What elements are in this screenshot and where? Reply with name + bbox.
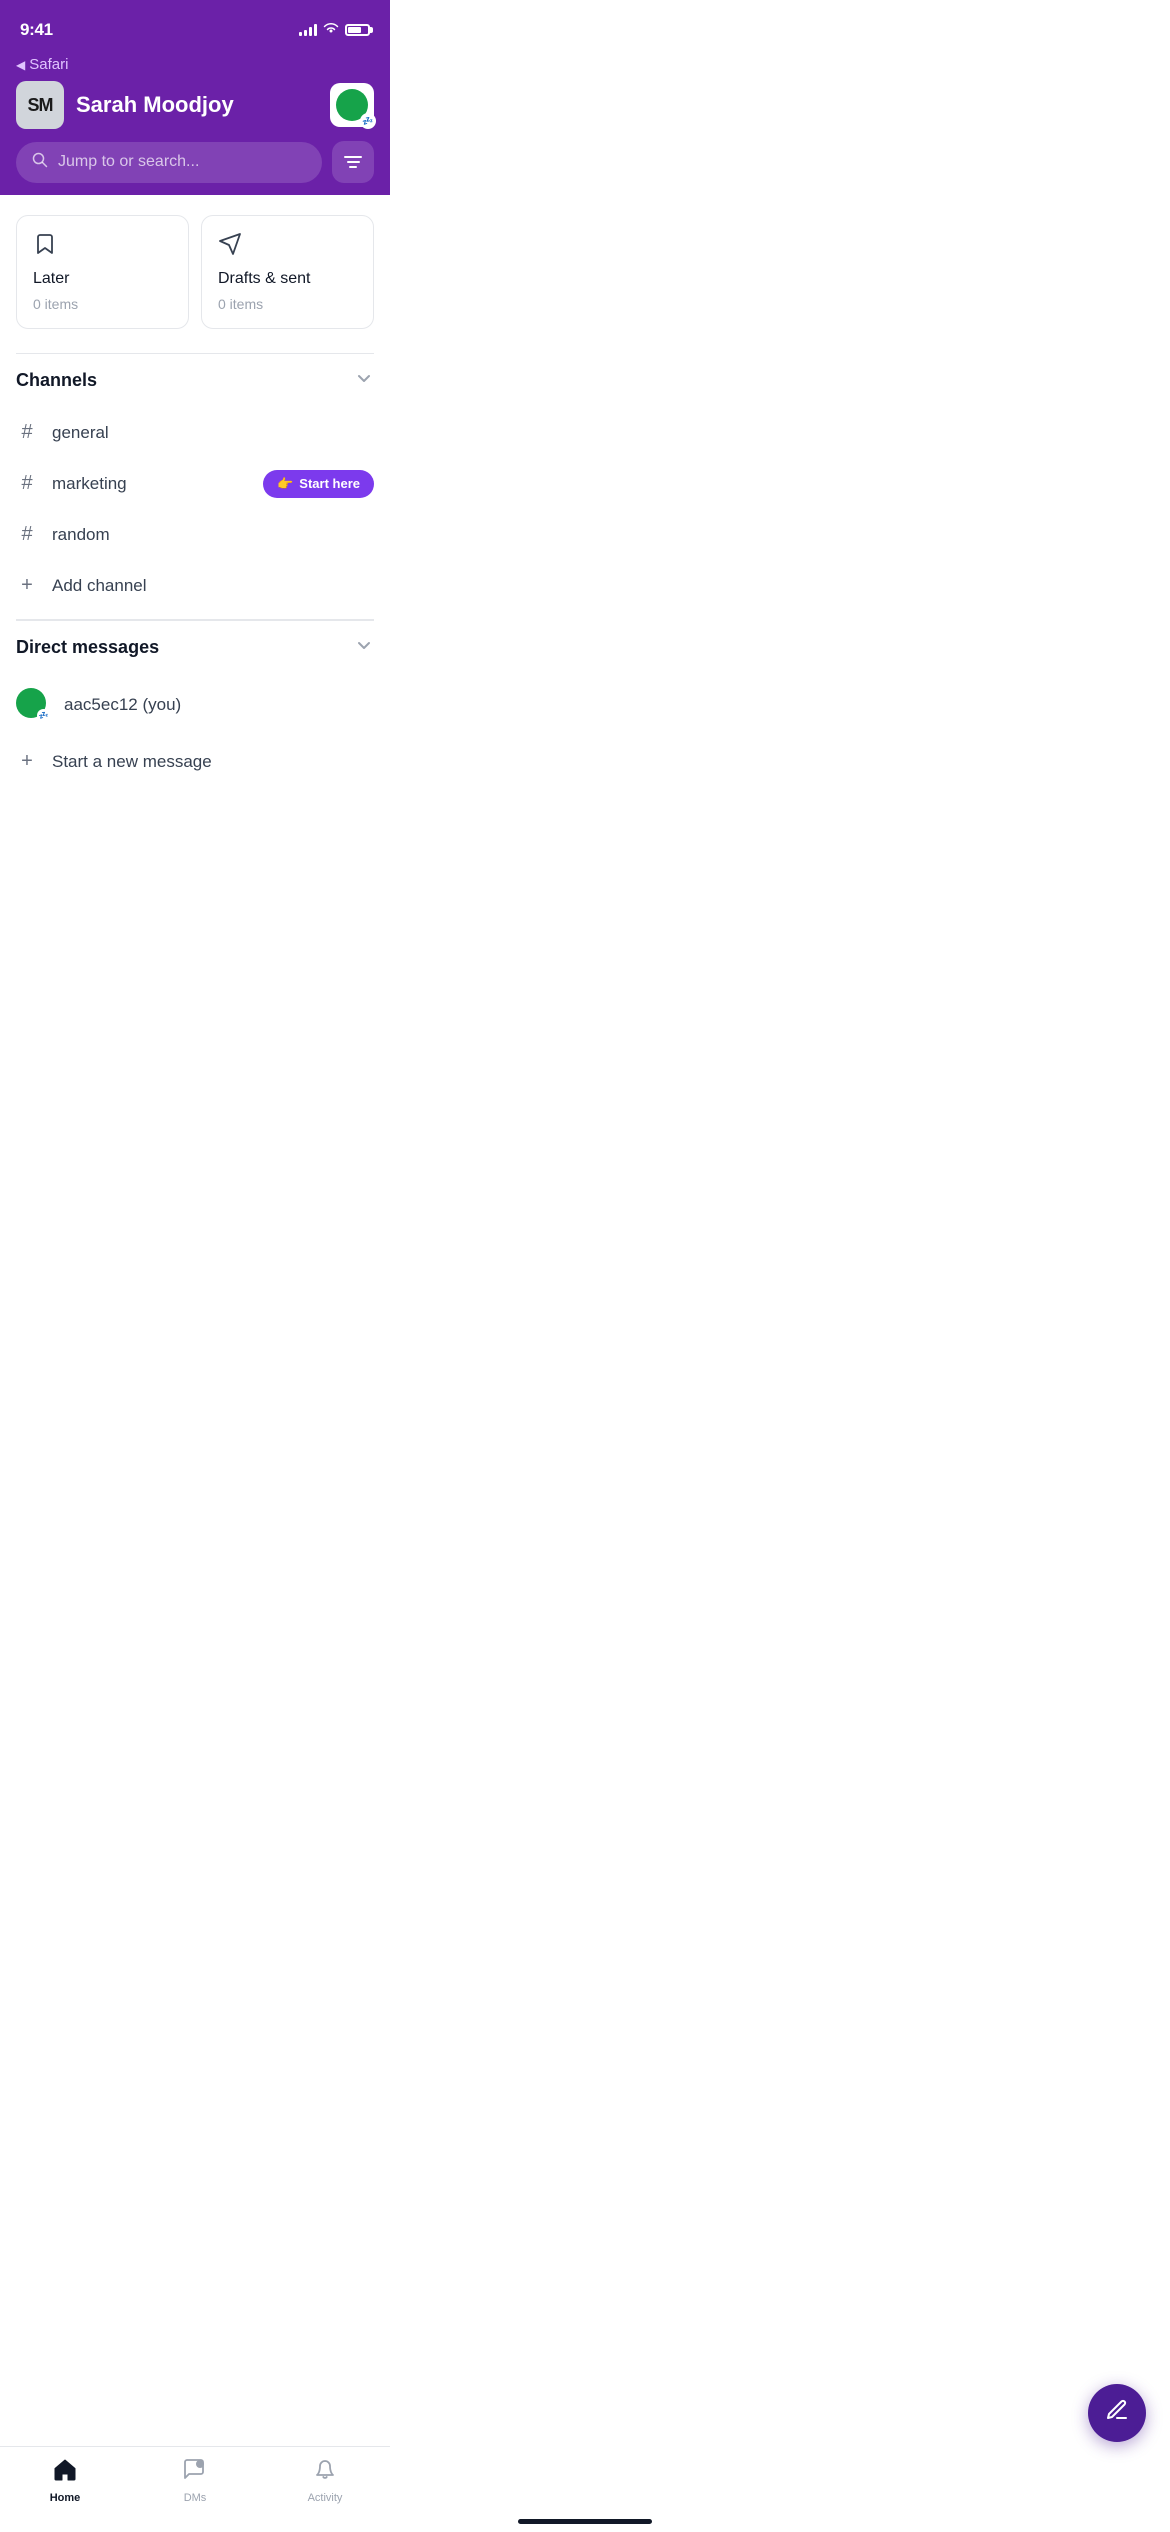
dm-chevron-icon [354,635,374,660]
channel-name: general [52,423,109,443]
user-avatar[interactable]: 💤 [330,83,374,127]
activity-nav-label: Activity [308,2492,343,2504]
channels-header[interactable]: Channels [16,353,374,407]
compose-fab[interactable] [1088,2384,1146,2442]
home-indicator [518,2519,652,2524]
new-message-item[interactable]: + Start a new message [16,736,374,787]
channel-name: random [52,525,110,545]
channels-section: Channels # general # marketing 👉 Start h… [16,353,374,619]
start-here-label: Start here [299,476,360,491]
later-card[interactable]: Later 0 items [16,215,189,329]
drafts-icon [218,232,357,262]
workspace-info: SM Sarah Moodjoy [16,81,234,129]
search-placeholder: Jump to or search... [58,153,199,171]
later-count: 0 items [33,296,172,312]
start-here-badge: 👉 Start here [263,470,374,498]
compose-icon [1105,2398,1129,2428]
nav-activity[interactable]: Activity [260,2457,390,2504]
hash-icon: # [16,523,38,546]
search-bar[interactable]: Jump to or search... [16,142,322,183]
filter-button[interactable] [332,141,374,183]
channel-name: marketing [52,474,127,494]
dm-header[interactable]: Direct messages [16,620,374,674]
dm-item-self[interactable]: 💤 aac5ec12 (you) [16,674,374,736]
nav-home[interactable]: Home [0,2457,130,2504]
new-message-label: Start a new message [52,752,212,772]
later-icon [33,232,172,262]
status-icons [299,21,370,39]
filter-icon [344,156,362,168]
drafts-count: 0 items [218,296,357,312]
dm-status-dot: 💤 [37,709,50,722]
status-bar: 9:41 [0,0,390,50]
user-status-badge: 💤 [360,113,376,129]
home-icon [52,2457,78,2488]
later-title: Later [33,270,172,288]
dm-section: Direct messages 💤 aac5ec12 (you) + Start… [16,619,374,787]
workspace-name: Sarah Moodjoy [76,92,234,118]
hash-icon: # [16,472,38,495]
header: Safari SM Sarah Moodjoy 💤 Jump to or sea… [0,50,390,195]
dm-name: aac5ec12 (you) [64,695,181,715]
channels-chevron-icon [354,368,374,393]
plus-icon: + [16,750,38,773]
plus-icon: + [16,574,38,597]
battery-icon [345,24,370,36]
activity-icon [312,2457,338,2488]
hash-icon: # [16,421,38,444]
channel-item-random[interactable]: # random [16,509,374,560]
search-row: Jump to or search... [16,141,374,183]
bottom-nav: Home • DMs Activity [0,2446,390,2532]
channel-list: # general # marketing 👉 Start here # ran… [16,407,374,619]
add-channel-item[interactable]: + Add channel [16,560,374,611]
header-row: SM Sarah Moodjoy 💤 [16,81,374,129]
drafts-card[interactable]: Drafts & sent 0 items [201,215,374,329]
start-here-emoji: 👉 [277,476,293,492]
main-content: Later 0 items Drafts & sent 0 items Chan… [0,195,390,787]
drafts-title: Drafts & sent [218,270,357,288]
nav-dms[interactable]: • DMs [130,2457,260,2504]
channel-item-marketing[interactable]: # marketing 👉 Start here [16,458,374,509]
quick-actions: Later 0 items Drafts & sent 0 items [16,215,374,329]
dms-icon: • [182,2457,208,2488]
dm-title: Direct messages [16,637,159,658]
channels-title: Channels [16,370,97,391]
add-channel-label: Add channel [52,576,147,596]
safari-back-button[interactable]: Safari [16,56,374,73]
wifi-icon [323,21,339,39]
workspace-avatar[interactable]: SM [16,81,64,129]
home-nav-label: Home [50,2492,81,2504]
svg-text:•: • [198,2463,200,2469]
search-icon [32,152,48,173]
dm-avatar: 💤 [16,688,50,722]
dms-nav-label: DMs [184,2492,207,2504]
channel-item[interactable]: # general [16,407,374,458]
status-time: 9:41 [20,20,53,40]
signal-icon [299,24,317,36]
